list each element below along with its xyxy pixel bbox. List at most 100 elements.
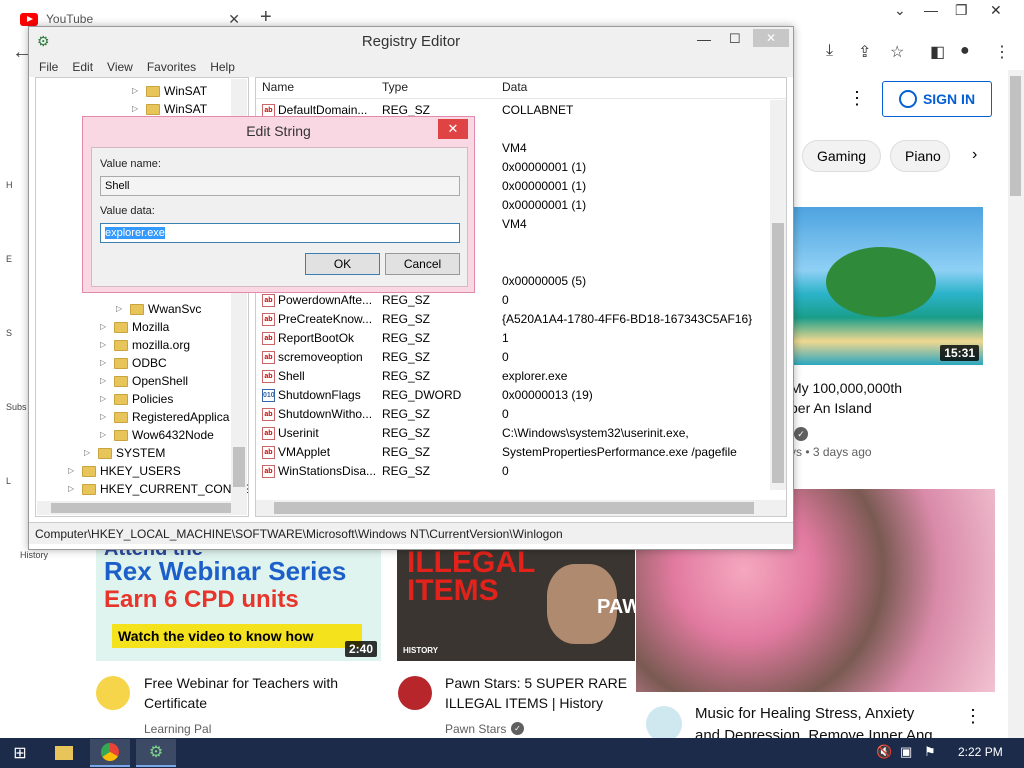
tree-expand-icon[interactable]: ▷	[68, 462, 78, 480]
channel-avatar[interactable]	[96, 676, 130, 710]
profile-icon[interactable]: ●	[960, 42, 970, 60]
share-icon[interactable]: ⇪	[858, 42, 871, 62]
channel-name[interactable]: Pawn Stars	[445, 722, 506, 736]
video-title[interactable]: Music for Healing Stress, Anxiety	[695, 704, 965, 724]
video-title-line2[interactable]: and Depression, Remove Inner Ang	[695, 726, 965, 738]
tree-expand-icon[interactable]: ▷	[84, 444, 94, 462]
taskbar-chrome[interactable]	[90, 739, 130, 767]
menu-favorites[interactable]: Favorites	[147, 57, 196, 77]
list-vertical-scrollbar-thumb[interactable]	[772, 223, 784, 483]
video-title[interactable]: My 100,000,000th	[790, 378, 1000, 398]
tree-horizontal-scrollbar-thumb[interactable]	[51, 503, 231, 513]
tree-node[interactable]: ▷ OpenShell	[100, 372, 188, 390]
tree-expand-icon[interactable]: ▷	[100, 336, 110, 354]
tree-node[interactable]: ▷ WwanSvc	[116, 300, 201, 318]
column-header-data[interactable]: Data	[502, 80, 527, 94]
tree-expand-icon[interactable]: ▷	[68, 480, 78, 498]
volume-icon[interactable]: 🔇	[876, 744, 892, 760]
browser-close-button[interactable]: ✕	[990, 2, 1002, 19]
tree-node[interactable]: ▷ SYSTEM	[84, 444, 165, 462]
value-name[interactable]: ab PowerdownAfte...	[262, 291, 372, 310]
sidebar-item-history[interactable]: History	[20, 550, 48, 560]
tree-node[interactable]: ▷ RegisteredApplica	[100, 408, 229, 426]
column-header-type[interactable]: Type	[382, 80, 408, 94]
video-title-line2[interactable]: ILLEGAL ITEMS | History	[445, 693, 635, 713]
side-panel-icon[interactable]: ◧	[930, 42, 945, 62]
action-center-icon[interactable]: ⚑	[924, 744, 936, 760]
youtube-settings-icon[interactable]: ⋮	[848, 88, 866, 109]
chevron-right-icon[interactable]: ›	[972, 146, 977, 164]
tree-node[interactable]: ▷ mozilla.org	[100, 336, 190, 354]
sidebar-item-library[interactable]: L	[6, 476, 11, 486]
network-icon[interactable]: ▣	[900, 744, 912, 760]
column-header-name[interactable]: Name	[262, 80, 294, 94]
tree-node[interactable]: ▷ Policies	[100, 390, 173, 408]
tree-node[interactable]: ▷ HKEY_USERS	[68, 462, 181, 480]
cancel-button[interactable]: Cancel	[385, 253, 460, 275]
install-icon[interactable]: ⤓	[826, 42, 833, 60]
sidebar-item-shorts[interactable]: S	[6, 328, 12, 338]
sidebar-item-explore[interactable]: E	[6, 254, 12, 264]
tree-expand-icon[interactable]: ▷	[100, 372, 110, 390]
value-name[interactable]: ab ReportBootOk	[262, 329, 354, 348]
chip-gaming[interactable]: Gaming	[802, 140, 882, 172]
tree-node[interactable]: ▷ ODBC	[100, 354, 167, 372]
tree-expand-icon[interactable]: ▷	[100, 390, 110, 408]
tree-expand-icon[interactable]: ▷	[132, 82, 142, 100]
video-thumbnail-webinar[interactable]: Attend the Rex Webinar Series Earn 6 CPD…	[96, 544, 381, 661]
value-name[interactable]: ab PreCreateKnow...	[262, 310, 372, 329]
value-name[interactable]: ab VMApplet	[262, 443, 330, 462]
video-thumbnail-pawnstars[interactable]: ILLEGAL ITEMS PAWN HISTORY	[397, 544, 635, 661]
channel-avatar[interactable]	[646, 706, 682, 742]
tree-node[interactable]: ▷ Mozilla	[100, 318, 169, 336]
video-title-line2[interactable]: ber An Island	[790, 398, 1000, 418]
video-menu-icon[interactable]: ⋮	[964, 706, 982, 727]
channel-name[interactable]: Learning Pal	[144, 722, 211, 736]
chip-piano[interactable]: Piano	[890, 140, 950, 172]
sidebar-item-subscriptions[interactable]: Subs	[6, 402, 27, 412]
start-button[interactable]: ⊞	[0, 739, 40, 767]
menu-view[interactable]: View	[107, 57, 133, 77]
video-title[interactable]: Free Webinar for Teachers with	[144, 673, 384, 693]
value-data-input[interactable]: explorer.exe	[100, 223, 460, 243]
value-name[interactable]: ab Userinit	[262, 424, 319, 443]
tree-expand-icon[interactable]: ▷	[116, 300, 126, 318]
value-name[interactable]: ab Shell	[262, 367, 305, 386]
dialog-close-button[interactable]: ✕	[438, 119, 468, 139]
menu-edit[interactable]: Edit	[72, 57, 93, 77]
menu-help[interactable]: Help	[210, 57, 235, 77]
page-scrollbar-thumb[interactable]	[1010, 76, 1021, 196]
taskbar-clock[interactable]: 2:22 PM	[958, 745, 1003, 759]
channel-avatar[interactable]	[398, 676, 432, 710]
tree-node[interactable]: ▷ WinSAT	[132, 82, 207, 100]
value-name[interactable]: ab ShutdownWitho...	[262, 405, 372, 424]
video-thumbnail-island[interactable]: 15:31	[790, 207, 983, 365]
list-horizontal-scrollbar-thumb[interactable]	[274, 502, 754, 514]
value-name[interactable]: 010 ShutdownFlags	[262, 386, 361, 405]
taskbar-file-explorer[interactable]	[44, 739, 84, 767]
tree-expand-icon[interactable]: ▷	[100, 408, 110, 426]
browser-menu-icon[interactable]: ⋮	[994, 42, 1010, 62]
sign-in-button[interactable]: SIGN IN	[882, 81, 992, 117]
taskbar-regedit[interactable]: ⚙	[136, 739, 176, 767]
value-name[interactable]: ab scremoveoption	[262, 348, 363, 367]
close-button[interactable]: ✕	[753, 29, 789, 47]
sidebar-item-home[interactable]: H	[6, 180, 13, 190]
minimize-button[interactable]: —	[697, 31, 711, 47]
minimize-button[interactable]: —	[924, 2, 938, 18]
tree-expand-icon[interactable]: ▷	[100, 318, 110, 336]
video-title[interactable]: Pawn Stars: 5 SUPER RARE	[445, 673, 635, 693]
bookmark-star-icon[interactable]: ☆	[890, 42, 904, 62]
video-title-line2[interactable]: Certificate	[144, 693, 384, 713]
tree-expand-icon[interactable]: ▷	[100, 426, 110, 444]
tree-node[interactable]: ▷ Wow6432Node	[100, 426, 214, 444]
tree-expand-icon[interactable]: ▷	[100, 354, 110, 372]
tab-search-icon[interactable]: ⌄	[894, 2, 906, 19]
tree-node[interactable]: ▷ HKEY_CURRENT_CONFIG	[68, 480, 248, 498]
tab-close-icon[interactable]: ✕	[228, 11, 240, 28]
ok-button[interactable]: OK	[305, 253, 380, 275]
maximize-button[interactable]: ☐	[729, 31, 741, 47]
menu-file[interactable]: File	[39, 57, 58, 77]
tree-vertical-scrollbar-thumb[interactable]	[233, 447, 245, 487]
restore-button[interactable]: ❐	[955, 2, 968, 19]
